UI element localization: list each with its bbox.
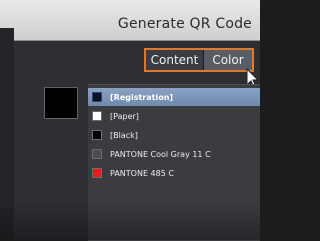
tab-color[interactable]: Color [204, 50, 252, 70]
swatch-chip [92, 130, 102, 140]
swatch-row-black[interactable]: [Black] [88, 126, 260, 144]
swatch-chip [92, 149, 102, 159]
color-preview-swatch [44, 87, 78, 119]
swatch-row-pantone-485c[interactable]: PANTONE 485 C [88, 164, 260, 182]
swatch-chip [92, 111, 102, 121]
tab-bar: Content Color [144, 48, 254, 72]
dialog-title: Generate QR Code [117, 16, 252, 32]
tab-content[interactable]: Content [146, 50, 204, 70]
swatch-label: [Registration] [110, 92, 174, 102]
swatch-row-paper[interactable]: [Paper] [88, 107, 260, 125]
swatch-label: [Black] [110, 130, 138, 140]
swatch-row-registration[interactable]: [Registration] [88, 88, 260, 106]
swatch-list: [Registration] [Paper] [Black] PANTONE C… [88, 84, 260, 241]
swatch-label: PANTONE Cool Gray 11 C [110, 149, 211, 159]
swatch-row-pantone-cool-gray-11c[interactable]: PANTONE Cool Gray 11 C [88, 145, 260, 163]
swatch-label: [Paper] [110, 111, 139, 121]
dialog-left-edge [0, 28, 14, 240]
dialog-titlebar: Generate QR Code [0, 0, 260, 41]
generate-qr-code-dialog: Generate QR Code Content Color [Registra… [0, 0, 260, 241]
swatch-label: PANTONE 485 C [110, 168, 174, 178]
swatch-chip [92, 92, 102, 102]
swatch-chip [92, 168, 102, 178]
